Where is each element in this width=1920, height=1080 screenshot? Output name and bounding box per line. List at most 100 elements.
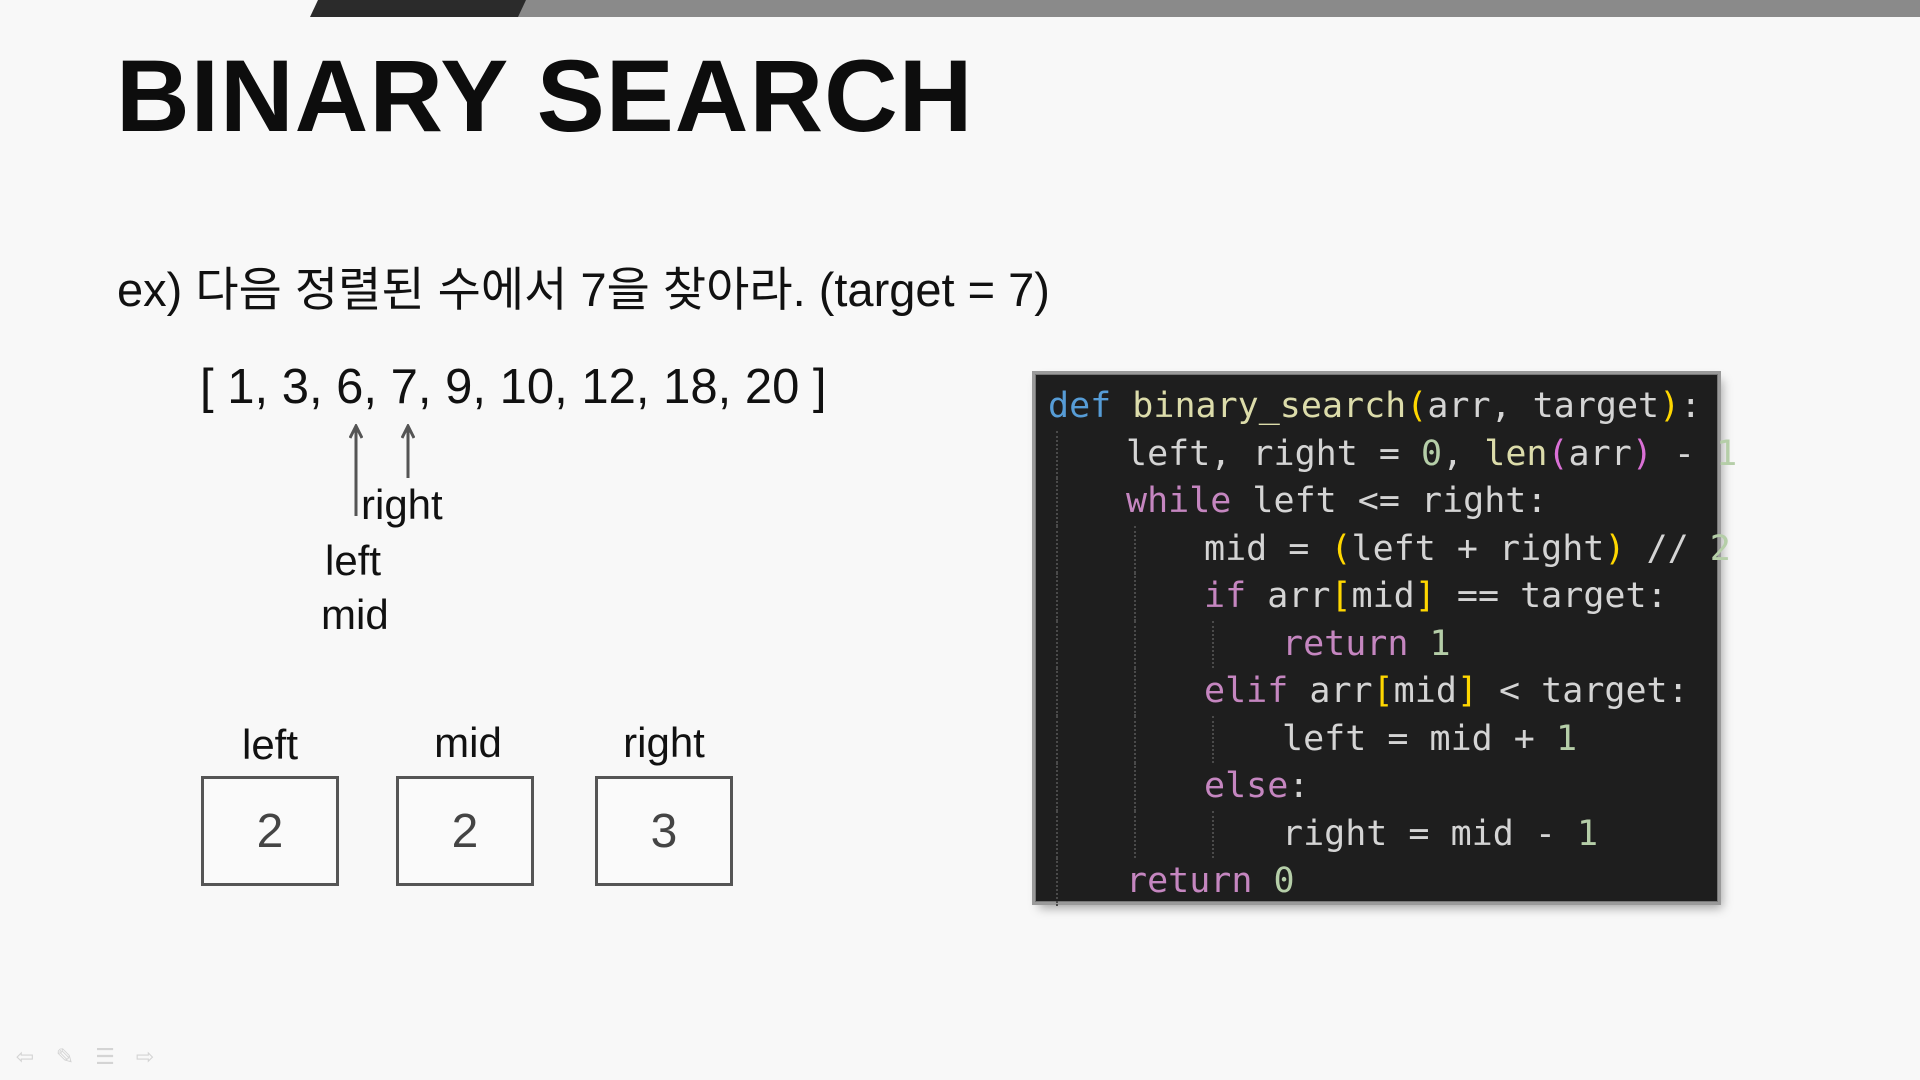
next-slide-icon[interactable]: ⇨ — [132, 1044, 158, 1070]
code-token: len — [1484, 433, 1548, 474]
code-token: elif — [1204, 671, 1289, 711]
indent-guide — [1134, 763, 1137, 811]
code-token: [ — [1372, 671, 1394, 711]
code-panel: def binary_search(arr, target): left, rig… — [1035, 374, 1737, 906]
code-token: 0 — [1273, 861, 1295, 901]
code-line: if arr[mid] == target: — [1036, 573, 1717, 621]
indent-guide — [1056, 478, 1059, 526]
code-token: 2 — [1709, 528, 1731, 569]
indent-guide — [1212, 620, 1215, 668]
code-token: return — [1126, 861, 1253, 901]
code-token: ( — [1547, 433, 1569, 474]
code-token: return — [1282, 623, 1409, 664]
code-text: left = mid + 1 — [1282, 716, 1577, 764]
indent-guide — [1212, 810, 1215, 858]
code-line: return 1 — [1036, 620, 1717, 669]
code-token: 1 — [1716, 433, 1738, 474]
right-arrow-icon — [401, 424, 415, 478]
pointer-label-left: left — [325, 537, 382, 584]
example-question: ex) 다음 정렬된 수에서 7을 찾아라. (target = 7) — [117, 263, 1050, 316]
code-token: left, right = — [1126, 433, 1422, 474]
indent-guide — [1212, 715, 1215, 763]
code-text: else: — [1204, 763, 1309, 811]
slideshow-toolbar: ⇦ ✎ ☰ ⇨ — [12, 1044, 158, 1070]
indent-guide — [1056, 430, 1059, 478]
code-token: arr — [1288, 671, 1373, 711]
indent-guide — [1056, 525, 1059, 573]
code-text: def binary_search(arr, target): — [1048, 383, 1701, 431]
code-token: < target: — [1477, 671, 1689, 711]
box-label-left: left — [241, 721, 299, 768]
code-line: else: — [1036, 763, 1717, 811]
code-text: while left <= right: — [1126, 478, 1547, 526]
code-text: mid = (left + right) // 2 — [1204, 526, 1731, 574]
pointer-label-mid: mid — [321, 591, 389, 638]
code-text: if arr[mid] == target: — [1204, 573, 1668, 621]
code-line: def binary_search(arr, target): — [1036, 383, 1717, 431]
code-token: == target: — [1435, 576, 1668, 616]
code-token: ) — [1631, 433, 1653, 474]
indent-guide — [1134, 620, 1137, 668]
code-token: while — [1126, 481, 1232, 521]
code-token: , — [1442, 433, 1485, 474]
code-text: right = mid - 1 — [1282, 811, 1598, 859]
indent-guide — [1134, 715, 1137, 763]
code-token: left + right — [1351, 528, 1605, 569]
code-line: while left <= right: — [1036, 478, 1717, 526]
indent-guide — [1134, 573, 1137, 621]
indent-guide — [1056, 668, 1059, 716]
code-token: 1 — [1555, 718, 1578, 759]
pen-icon[interactable]: ✎ — [52, 1044, 78, 1070]
code-text: return 1 — [1282, 621, 1451, 669]
indent-guide — [1056, 858, 1059, 906]
indent-guide — [1056, 620, 1059, 668]
box-label-right: right — [623, 719, 705, 766]
value-box-mid: 2 — [396, 776, 534, 886]
indent-guide — [1134, 668, 1137, 716]
code-token: arr — [1568, 433, 1632, 474]
code-token: 1 — [1577, 813, 1599, 854]
menu-icon[interactable]: ☰ — [92, 1044, 118, 1070]
code-token: left <= right: — [1231, 481, 1548, 521]
top-accent-bar-gray — [518, 0, 1920, 17]
code-line: mid = (left + right) // 2 — [1036, 525, 1731, 573]
code-token: - — [1652, 433, 1717, 474]
code-token: if — [1204, 576, 1247, 616]
code-token: ) — [1659, 386, 1681, 426]
code-token: else — [1204, 766, 1289, 806]
indent-guide — [1056, 715, 1059, 763]
code-line: left, right = 0, len(arr) - 1 — [1036, 430, 1737, 478]
previous-slide-icon[interactable]: ⇦ — [12, 1044, 38, 1070]
code-line: elif arr[mid] < target: — [1036, 668, 1717, 716]
code-token: binary_search — [1132, 386, 1407, 426]
value-box-right: 3 — [595, 776, 733, 886]
code-token: 0 — [1421, 433, 1443, 474]
code-text: left, right = 0, len(arr) - 1 — [1126, 431, 1737, 479]
box-label-mid: mid — [434, 719, 502, 766]
code-token: [ — [1330, 576, 1352, 616]
code-token: left = mid + — [1282, 718, 1556, 759]
indent-guide — [1056, 763, 1059, 811]
code-line: return 0 — [1036, 858, 1717, 906]
code-token: ] — [1414, 576, 1436, 616]
code-token: ( — [1330, 528, 1352, 569]
indent-guide — [1134, 525, 1137, 573]
value-box-left: 2 — [201, 776, 339, 886]
slide-title: BINARY SEARCH — [116, 39, 974, 153]
code-line: right = mid - 1 — [1036, 810, 1717, 859]
sorted-array: [ 1, 3, 6, 7, 9, 10, 12, 18, 20 ] — [200, 360, 827, 414]
code-token: arr — [1246, 576, 1331, 616]
indent-guide — [1056, 810, 1059, 858]
code-token: mid = — [1204, 528, 1331, 569]
pointer-label-right: right — [361, 481, 443, 528]
code-token: right = mid - — [1282, 813, 1578, 854]
code-text: elif arr[mid] < target: — [1204, 668, 1689, 716]
code-token: ( — [1406, 386, 1428, 426]
code-token: def — [1048, 386, 1112, 426]
code-text: return 0 — [1126, 858, 1295, 906]
code-token: : — [1288, 766, 1310, 806]
code-token: : — [1680, 386, 1702, 426]
